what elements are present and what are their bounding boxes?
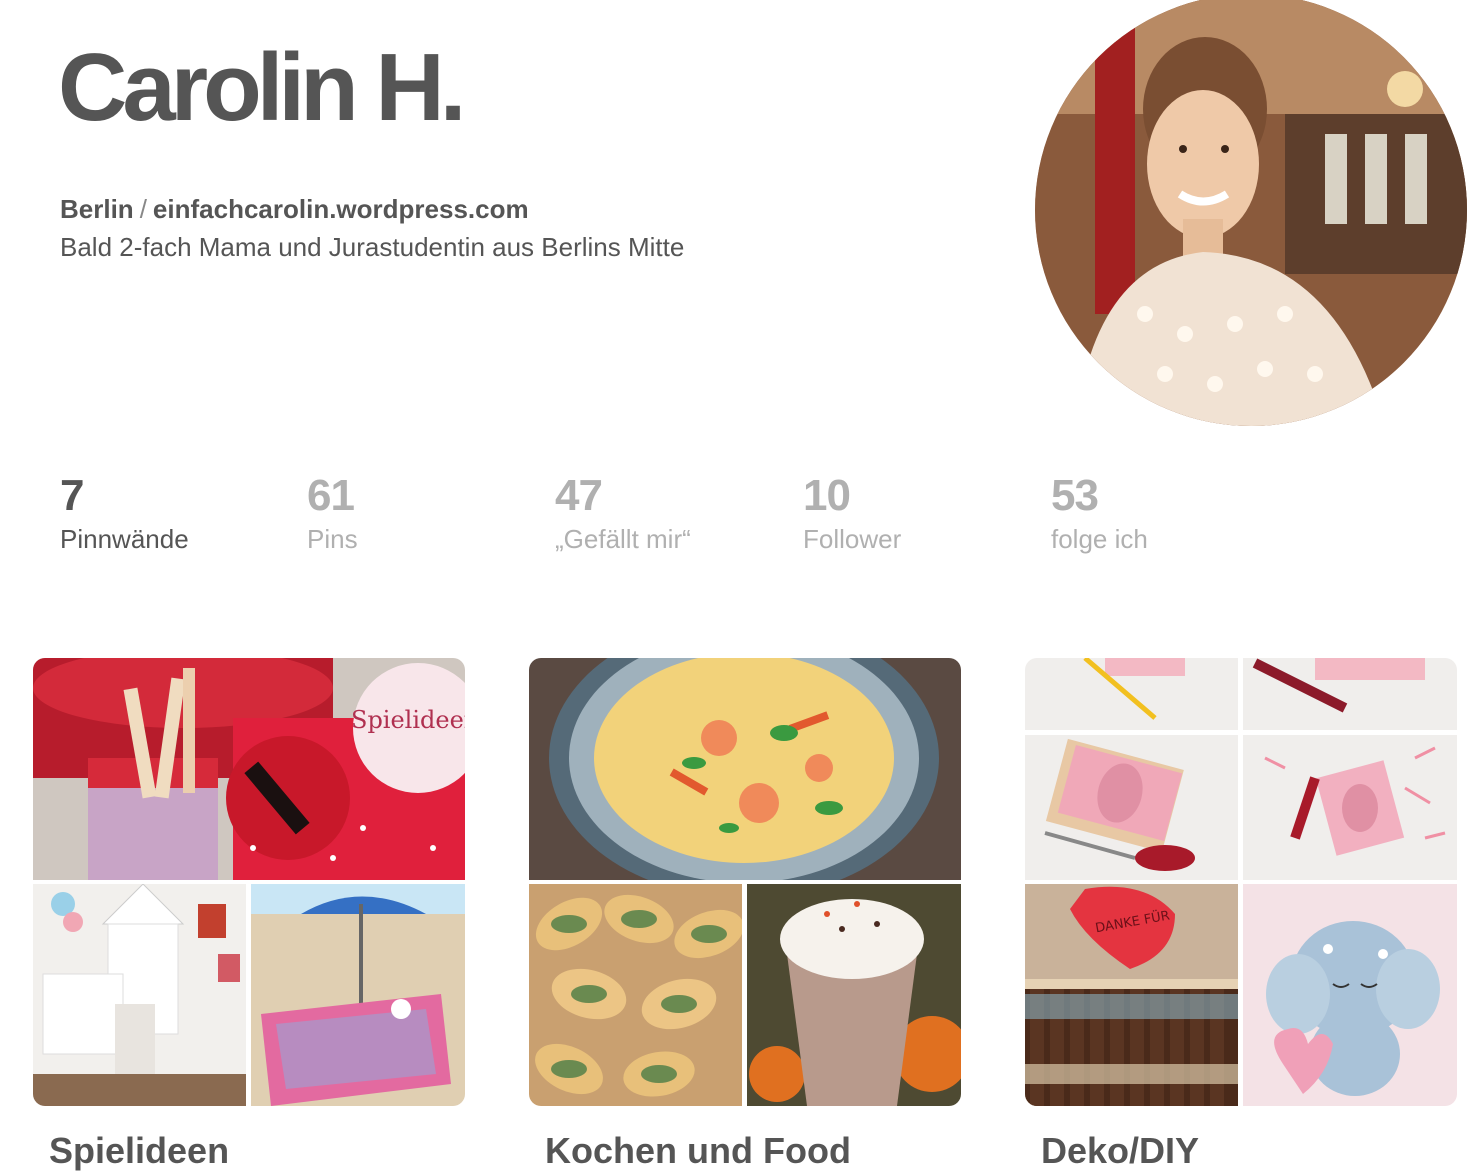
stat-boards-count: 7 (60, 471, 84, 520)
profile-bio: Bald 2-fach Mama und Jurastudentin aus B… (60, 232, 685, 262)
board-cover[interactable]: DANKE FÜR (1025, 658, 1457, 1106)
profile-name: Carolin H. (58, 34, 466, 141)
stat-following[interactable]: 53 folge ich (1051, 470, 1271, 556)
stat-likes[interactable]: 47 „Gefällt mir“ (555, 470, 775, 556)
board-kochen-und-food[interactable]: Kochen und Food (529, 658, 961, 1171)
stat-pins-count: 61 (307, 471, 355, 520)
stat-pins[interactable]: 61 Pins (307, 470, 527, 556)
board-title[interactable]: Spielideen (49, 1130, 229, 1172)
board-cover-thumb (33, 884, 246, 1106)
board-cover[interactable]: Spielideen der Woche (33, 658, 465, 1106)
stat-followers[interactable]: 10 Follower (803, 470, 1023, 556)
stat-likes-label: „Gefällt mir“ (555, 524, 691, 554)
avatar-photo (1035, 0, 1467, 426)
board-cover-handwriting: Spielideen der Woche (351, 706, 465, 734)
board-cover-thumb (747, 884, 961, 1106)
profile-website-link[interactable]: einfachcarolin.wordpress.com (153, 194, 529, 224)
board-deko-diy[interactable]: DANKE FÜR Deko/DIY (1025, 658, 1457, 1171)
board-cover-thumb (1243, 884, 1457, 1106)
avatar (1035, 0, 1467, 426)
stat-pins-label: Pins (307, 524, 358, 554)
stat-following-count: 53 (1051, 471, 1099, 520)
board-cover-main-image (529, 658, 961, 880)
board-cover-thumb: DANKE FÜR (1025, 884, 1238, 1106)
board-cover-thumb (251, 884, 465, 1106)
stat-followers-label: Follower (803, 524, 902, 554)
board-spielideen[interactable]: Spielideen der Woche (33, 658, 465, 1171)
profile-location-line: Berlin / einfachcarolin.wordpress.com (60, 190, 684, 228)
board-title[interactable]: Deko/DIY (1041, 1130, 1199, 1172)
meta-separator: / (139, 194, 147, 224)
board-cover-thumb (529, 884, 742, 1106)
stat-boards[interactable]: 7 Pinnwände (60, 470, 280, 556)
profile-meta: Berlin / einfachcarolin.wordpress.com Bald… (60, 190, 684, 266)
stat-boards-label: Pinnwände (60, 524, 189, 554)
board-cover-main-image (1025, 658, 1457, 880)
profile-location: Berlin (60, 194, 134, 224)
stat-followers-count: 10 (803, 471, 851, 520)
board-cover-main-image: Spielideen der Woche (33, 658, 465, 880)
stat-following-label: folge ich (1051, 524, 1148, 554)
board-title[interactable]: Kochen und Food (545, 1130, 851, 1172)
stat-likes-count: 47 (555, 471, 603, 520)
board-cover[interactable] (529, 658, 961, 1106)
